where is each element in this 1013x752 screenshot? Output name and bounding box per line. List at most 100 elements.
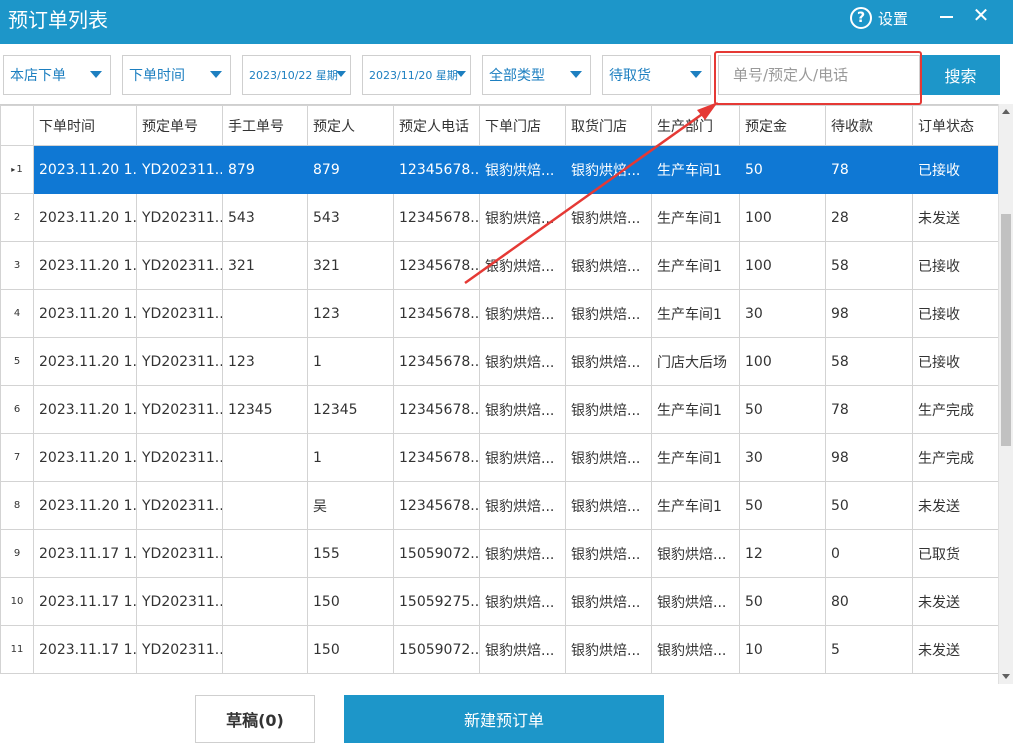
table-cell: 银豹烘焙... — [565, 241, 652, 290]
help-icon: ? — [850, 7, 872, 29]
table-cell: 2023.11.20 1... — [33, 433, 137, 482]
table-cell: 50 — [739, 577, 826, 626]
table-cell: 1 — [307, 337, 394, 386]
table-cell: YD202311... — [136, 625, 223, 674]
table-row[interactable]: 11 2023.11.17 1... YD202311... 150 15059072.… — [0, 625, 998, 674]
table-cell: 12345678... — [393, 385, 480, 434]
table-cell: 已接收 — [912, 289, 998, 338]
table-cell: 生产车间1 — [651, 433, 740, 482]
column-header[interactable]: 取货门店 — [565, 105, 652, 146]
table-cell: 银豹烘焙... — [479, 385, 566, 434]
table-cell: 未发送 — [912, 577, 998, 626]
table-cell: 银豹烘焙... — [565, 193, 652, 242]
column-header[interactable]: 预定单号 — [136, 105, 223, 146]
minimize-button[interactable] — [938, 6, 958, 26]
row-number-label: 8 — [13, 500, 21, 511]
table-cell: 银豹烘焙... — [479, 433, 566, 482]
column-header[interactable]: 预定金 — [739, 105, 826, 146]
chevron-down-icon — [690, 71, 702, 78]
table-cell: 12 — [739, 529, 826, 578]
time-field-dropdown[interactable]: 下单时间 — [122, 55, 231, 95]
table-row[interactable]: 10 2023.11.17 1... YD202311... 150 15059275.… — [0, 577, 998, 626]
column-header[interactable]: 待收款 — [825, 105, 913, 146]
table-cell: 银豹烘焙... — [565, 577, 652, 626]
table-cell: 12345678... — [393, 433, 480, 482]
row-number: 11 — [0, 625, 34, 674]
table-row[interactable]: 3 2023.11.20 1... YD202311... 321 321 1234567… — [0, 241, 998, 290]
column-header[interactable]: 下单时间 — [33, 105, 137, 146]
table-cell: 生产车间1 — [651, 193, 740, 242]
row-number-label: 11 — [10, 644, 24, 655]
table-cell: 生产车间1 — [651, 385, 740, 434]
scroll-thumb[interactable] — [1001, 214, 1011, 446]
table-cell: 银豹烘焙... — [479, 145, 566, 194]
column-header[interactable]: 下单门店 — [479, 105, 566, 146]
table-cell: YD202311... — [136, 145, 223, 194]
table-cell: 银豹烘焙... — [479, 529, 566, 578]
table-cell: YD202311... — [136, 433, 223, 482]
table-row[interactable]: 9 2023.11.17 1... YD202311... 155 15059072..… — [0, 529, 998, 578]
table-row[interactable]: ▸1 2023.11.20 1... YD202311... 879 879 123456… — [0, 145, 998, 194]
row-number-label: 6 — [13, 404, 21, 415]
table-row[interactable]: 6 2023.11.20 1... YD202311... 12345 12345 123… — [0, 385, 998, 434]
search-button[interactable]: 搜索 — [921, 55, 1000, 95]
table-cell: 已接收 — [912, 145, 998, 194]
table-cell: 银豹烘焙... — [565, 289, 652, 338]
column-header[interactable]: 订单状态 — [912, 105, 998, 146]
row-number: ▸1 — [0, 145, 34, 194]
column-header[interactable]: 手工单号 — [222, 105, 308, 146]
column-header[interactable]: 生产部门 — [651, 105, 740, 146]
table-row[interactable]: 4 2023.11.20 1... YD202311... 123 12345678..… — [0, 289, 998, 338]
current-row-marker-icon: ▸ — [11, 165, 16, 174]
row-number-label: 1 — [16, 164, 23, 175]
table-cell: 未发送 — [912, 193, 998, 242]
settings-button[interactable]: ? 设置 — [850, 5, 908, 31]
table-row[interactable]: 2 2023.11.20 1... YD202311... 543 543 1234567… — [0, 193, 998, 242]
table-cell: 银豹烘焙... — [479, 289, 566, 338]
table-cell: 2023.11.17 1... — [33, 577, 137, 626]
table-cell: 50 — [739, 481, 826, 530]
column-header[interactable]: 预定人 — [307, 105, 394, 146]
search-input[interactable] — [719, 56, 919, 94]
row-number: 2 — [0, 193, 34, 242]
vertical-scrollbar[interactable] — [998, 104, 1013, 684]
start-date-picker[interactable]: 2023/10/22 星期 — [242, 55, 351, 95]
table-cell: 银豹烘焙... — [565, 433, 652, 482]
status-value: 待取货 — [609, 68, 651, 84]
table-cell: 30 — [739, 289, 826, 338]
row-number-label: 4 — [13, 308, 21, 319]
row-number-label: 3 — [13, 260, 21, 271]
end-date-picker[interactable]: 2023/11/20 星期 — [362, 55, 471, 95]
table-cell: 生产车间1 — [651, 289, 740, 338]
column-header[interactable]: 预定人电话 — [393, 105, 480, 146]
order-type-value: 全部类型 — [489, 68, 545, 84]
table-row[interactable]: 7 2023.11.20 1... YD202311... 1 12345678... 银… — [0, 433, 998, 482]
chevron-down-icon — [456, 71, 466, 77]
table-cell: 30 — [739, 433, 826, 482]
table-cell: 银豹烘焙... — [565, 625, 652, 674]
table-cell — [222, 433, 308, 482]
table-cell: 未发送 — [912, 481, 998, 530]
status-dropdown[interactable]: 待取货 — [602, 55, 711, 95]
store-scope-value: 本店下单 — [10, 68, 66, 84]
new-order-button[interactable]: 新建预订单 — [344, 695, 664, 743]
table-cell: 15059072... — [393, 529, 480, 578]
store-scope-dropdown[interactable]: 本店下单 — [3, 55, 111, 95]
table-row[interactable]: 8 2023.11.20 1... YD202311... 吴 12345678... 银… — [0, 481, 998, 530]
table-cell: 50 — [825, 481, 913, 530]
table-cell: 15059275... — [393, 577, 480, 626]
row-number-header — [0, 105, 34, 146]
draft-button[interactable]: 草稿(0) — [195, 695, 315, 743]
table-cell: 12345 — [307, 385, 394, 434]
table-row[interactable]: 5 2023.11.20 1... YD202311... 123 1 12345678.… — [0, 337, 998, 386]
table-cell: 2023.11.20 1... — [33, 193, 137, 242]
close-button[interactable]: ✕ — [970, 4, 992, 26]
table-cell: YD202311... — [136, 385, 223, 434]
scroll-up-icon[interactable] — [1002, 109, 1010, 114]
table-cell: 50 — [739, 385, 826, 434]
table-cell: 2023.11.20 1... — [33, 337, 137, 386]
scroll-down-icon[interactable] — [1002, 674, 1010, 679]
row-number: 5 — [0, 337, 34, 386]
order-type-dropdown[interactable]: 全部类型 — [482, 55, 591, 95]
search-box — [718, 55, 920, 95]
